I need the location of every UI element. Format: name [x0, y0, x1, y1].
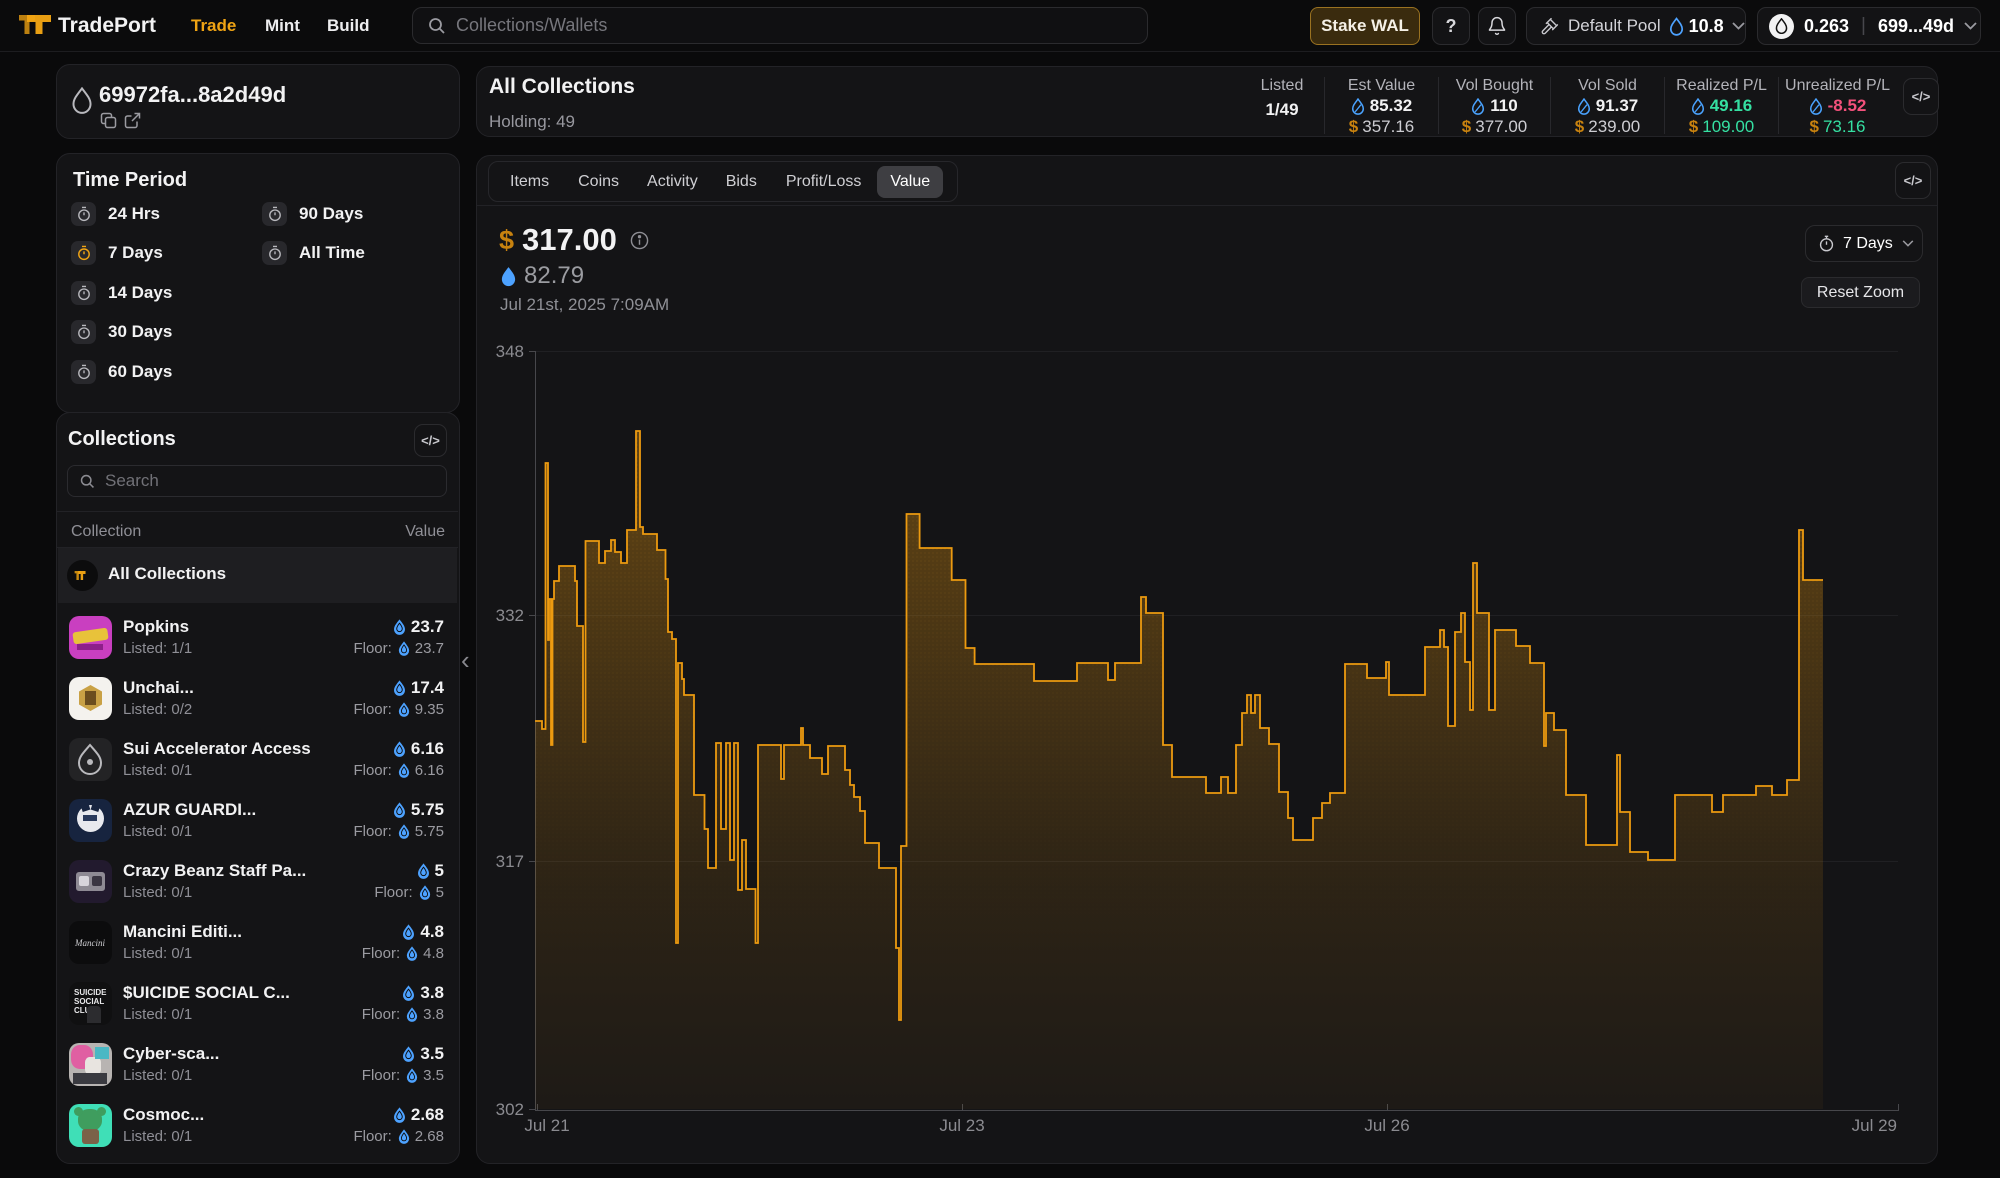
- svg-text:332: 332: [496, 606, 524, 625]
- svg-text:Jul 29: Jul 29: [1852, 1116, 1897, 1135]
- svg-text:317: 317: [496, 852, 524, 871]
- svg-text:Jul 23: Jul 23: [939, 1116, 984, 1135]
- svg-text:Jul 26: Jul 26: [1364, 1116, 1409, 1135]
- svg-text:Jul 21: Jul 21: [524, 1116, 569, 1135]
- svg-text:348: 348: [496, 342, 524, 361]
- svg-text:302: 302: [496, 1100, 524, 1119]
